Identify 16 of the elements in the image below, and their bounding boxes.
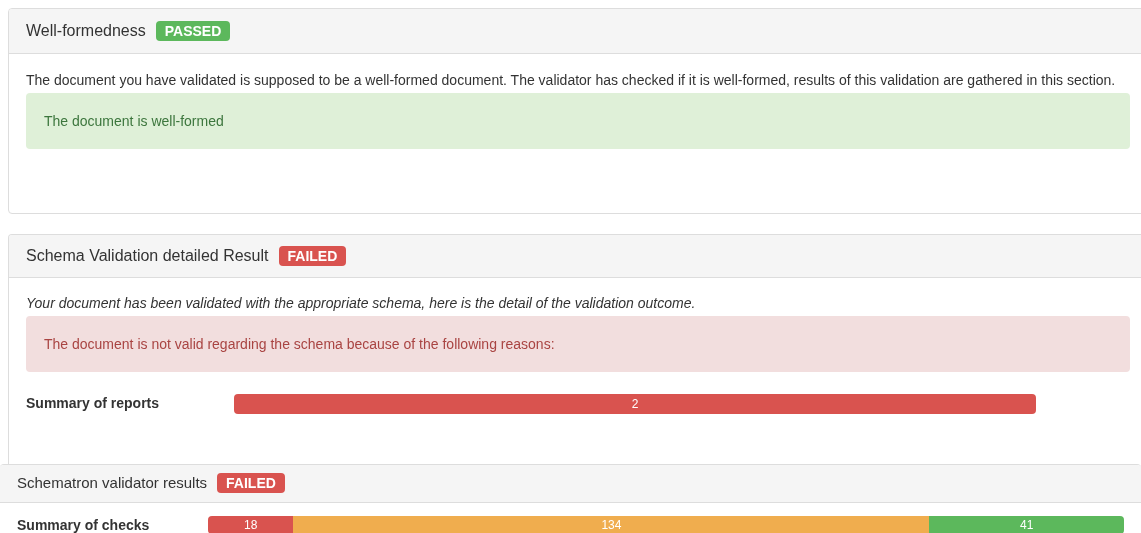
progress-segment: 41 (929, 515, 1124, 533)
alert-message: The document is not valid regarding the schema because of the following reasons: (26, 316, 1130, 372)
alert-message: The document is well-formed (26, 93, 1130, 149)
description-text: Your document has been validated with the appropriate schema, here is the detail of the validation outcome. (26, 294, 697, 313)
status-label: PASSED (155, 21, 231, 41)
summary-label: Summary of reports (26, 394, 161, 413)
status-label: FAILED (217, 473, 285, 494)
status-label: FAILED (278, 246, 347, 266)
progress-segment: 134 (293, 515, 930, 533)
progress-segment: 2 (234, 393, 1036, 414)
panel-title: Schema Validation detailed Result (26, 246, 269, 266)
description-text: The document you have validated is supposed to be a well-formed document. The validator has checked if it is well-formed, results of this validation are gathered in this section. (26, 71, 1117, 90)
panel-title: Schematron validator results (17, 473, 208, 493)
summary-label: Summary of checks (17, 515, 151, 533)
panel-title: Well-formedness (26, 21, 146, 41)
progress-segment: 18 (208, 515, 294, 533)
